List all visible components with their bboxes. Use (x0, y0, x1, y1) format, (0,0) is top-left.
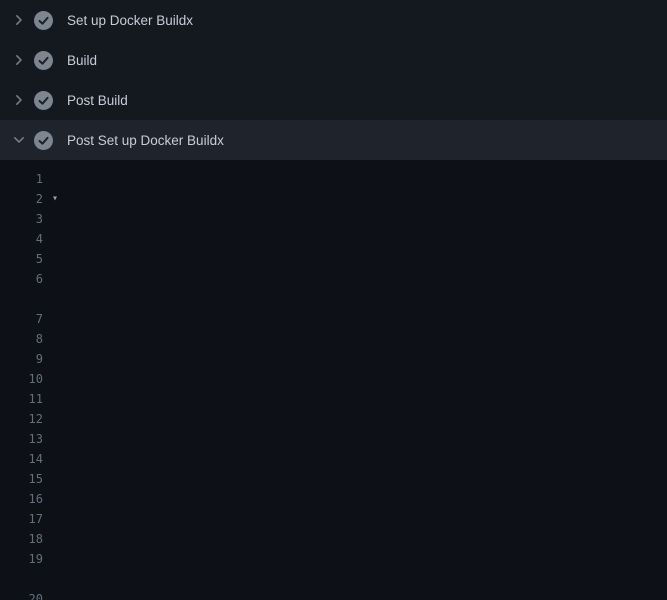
line-number[interactable]: 12 (0, 409, 43, 429)
log-row: 10 ▾ time="2021-04-23T18:02:37Z" level=i… (0, 369, 667, 389)
step-row-3[interactable]: Post Set up Docker Buildx (0, 120, 667, 160)
line-number[interactable]: 14 (0, 449, 43, 469)
line-number[interactable]: 11 (0, 389, 43, 409)
log-row: 16 ▾ time="2021-04-23T18:02:38Z" level=d… (0, 489, 667, 509)
line-number[interactable]: 7 (0, 309, 43, 329)
log-row: 17 ▾ time="2021-04-23T18:02:38Z" level=d… (0, 509, 667, 529)
log-row: 4 ▾ time="2021-04-23T18:02:37Z" level=in… (0, 229, 667, 249)
step-row-2[interactable]: Post Build (0, 80, 667, 120)
check-circle-icon (34, 131, 53, 150)
chevron-right-icon[interactable] (12, 93, 26, 107)
line-number[interactable]: 4 (0, 229, 43, 249)
check-circle-icon (34, 91, 53, 110)
line-number[interactable]: 5 (0, 249, 43, 269)
line-number[interactable]: 19 (0, 549, 43, 569)
log-row: 13 ▾ time="2021-04-23T18:02:38Z" level=d… (0, 429, 667, 449)
step-label: Post Set up Docker Buildx (67, 133, 224, 148)
log-row: 12 ▾ time="2021-04-23T18:02:38Z" level=d… (0, 409, 667, 429)
step-label: Post Build (67, 93, 128, 108)
group-expander-triangle-icon[interactable]: ▾ (52, 189, 58, 209)
log-row: 6 ▾ time="2021-04-23T18:02:37Z" level=in… (0, 269, 667, 289)
line-number[interactable]: 10 (0, 369, 43, 389)
line-number[interactable]: 17 (0, 509, 43, 529)
log-row: 1 ▾ Post job cleanup. (0, 169, 667, 189)
line-number[interactable]: 2 (0, 189, 43, 209)
log-row: 9 ▾ time="2021-04-23T18:02:37Z" level=wa… (0, 349, 667, 369)
line-number[interactable]: 1 (0, 169, 43, 189)
line-number[interactable]: 9 (0, 349, 43, 369)
step-label: Set up Docker Buildx (67, 13, 193, 28)
line-number[interactable]: 13 (0, 429, 43, 449)
log-row: 18 ▾ time="2021-04-23T18:02:38Z" level=d… (0, 529, 667, 549)
log-row: 3 ▾ /usr/bin/docker logs buildx_buildkit… (0, 209, 667, 229)
step-row-1[interactable]: Build (0, 40, 667, 80)
log-row: 5 ▾ time="2021-04-23T18:02:37Z" level=wa… (0, 249, 667, 269)
log-row: 8 ▾ time="2021-04-23T18:02:37Z" level=in… (0, 329, 667, 349)
line-number[interactable]: 8 (0, 329, 43, 349)
log-row: 20 ▾ time="2021-04-23T18:02:38Z" level=d… (0, 589, 667, 600)
chevron-right-icon[interactable] (12, 13, 26, 27)
check-circle-icon (34, 11, 53, 30)
check-circle-icon (34, 51, 53, 70)
log-row: 19 ▾ time="2021-04-23T18:02:38Z" level=d… (0, 549, 667, 569)
line-number[interactable]: 16 (0, 489, 43, 509)
log-row: ▾ linux/riscv64 linux/ppc64le linux/s390… (0, 289, 667, 309)
log-row: 2 ▾ BuildKit container logs (0, 189, 667, 209)
log-row: 14 ▾ time="2021-04-23T18:02:38Z" level=d… (0, 449, 667, 469)
chevron-down-icon[interactable] (12, 133, 26, 147)
actions-log-viewer: { "colors": { "steps_background": "#1418… (0, 0, 667, 600)
log-row: 15 ▾ time="2021-04-23T18:02:38Z" level=d… (0, 469, 667, 489)
chevron-right-icon[interactable] (12, 53, 26, 67)
step-row-0[interactable]: Set up Docker Buildx (0, 0, 667, 40)
steps-list: Set up Docker Buildx Build Post Build Po… (0, 0, 667, 160)
log-row: ▾ application/vnd.oci.image.index.v1+jso… (0, 569, 667, 589)
log-pane[interactable]: 1 ▾ Post job cleanup. 2 ▾ BuildKit conta… (0, 160, 667, 600)
line-number[interactable]: 15 (0, 469, 43, 489)
line-number[interactable]: 6 (0, 269, 43, 289)
log-row: 7 ▾ time="2021-04-23T18:02:37Z" level=wa… (0, 309, 667, 329)
step-label: Build (67, 53, 97, 68)
line-number[interactable]: 20 (0, 589, 43, 600)
log-row: 11 ▾ time="2021-04-23T18:02:38Z" level=d… (0, 389, 667, 409)
line-number[interactable]: 3 (0, 209, 43, 229)
line-number[interactable]: 18 (0, 529, 43, 549)
